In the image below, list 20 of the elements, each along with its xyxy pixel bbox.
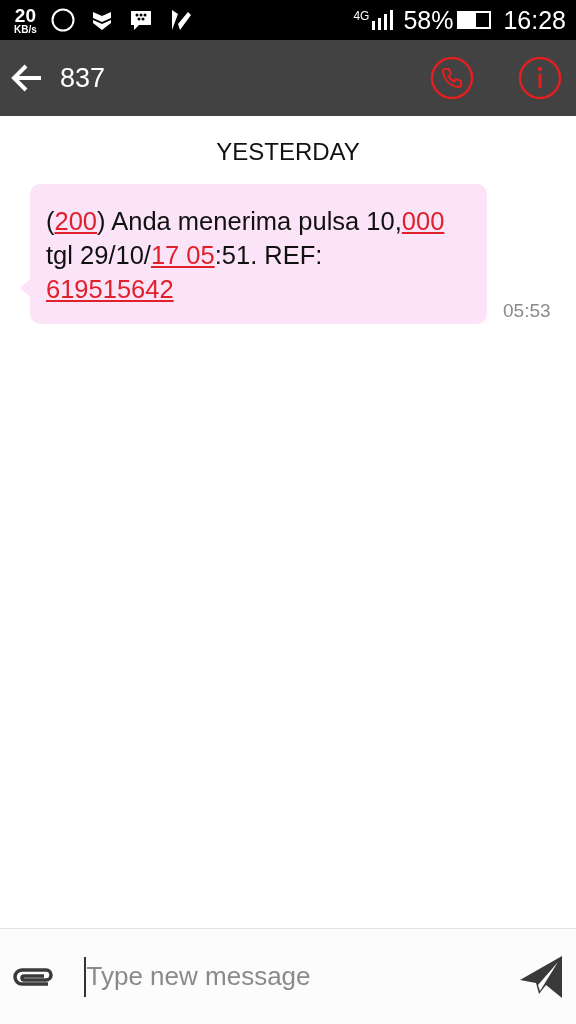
message-text: (200) Anda menerima pulsa 10,000 tgl 29/10/17 05:51. REF: 619515642 bbox=[46, 206, 446, 305]
link[interactable]: 000 bbox=[401, 207, 445, 235]
battery-icon bbox=[457, 11, 492, 29]
clock: 16:28 bbox=[503, 5, 566, 35]
link[interactable]: 200 bbox=[54, 207, 98, 235]
message-input[interactable]: Type new message bbox=[85, 956, 518, 997]
text-cursor bbox=[84, 956, 86, 997]
link[interactable]: 17 05 bbox=[150, 241, 215, 269]
circle-icon bbox=[50, 8, 75, 32]
shield-icon bbox=[90, 9, 113, 31]
network-speed: 20 bbox=[14, 5, 36, 25]
chat-bubble-icon bbox=[128, 8, 153, 32]
message-time: 05:53 bbox=[503, 300, 551, 322]
send-button[interactable] bbox=[518, 953, 564, 1000]
speed-unit: KB/s bbox=[14, 24, 37, 35]
contact-name: 837 bbox=[60, 62, 107, 94]
date-divider: YESTERDAY bbox=[216, 138, 360, 166]
battery-percentage: 58% bbox=[403, 5, 454, 35]
network-type: 4G bbox=[353, 9, 370, 23]
link[interactable]: 619515642 bbox=[46, 275, 174, 303]
